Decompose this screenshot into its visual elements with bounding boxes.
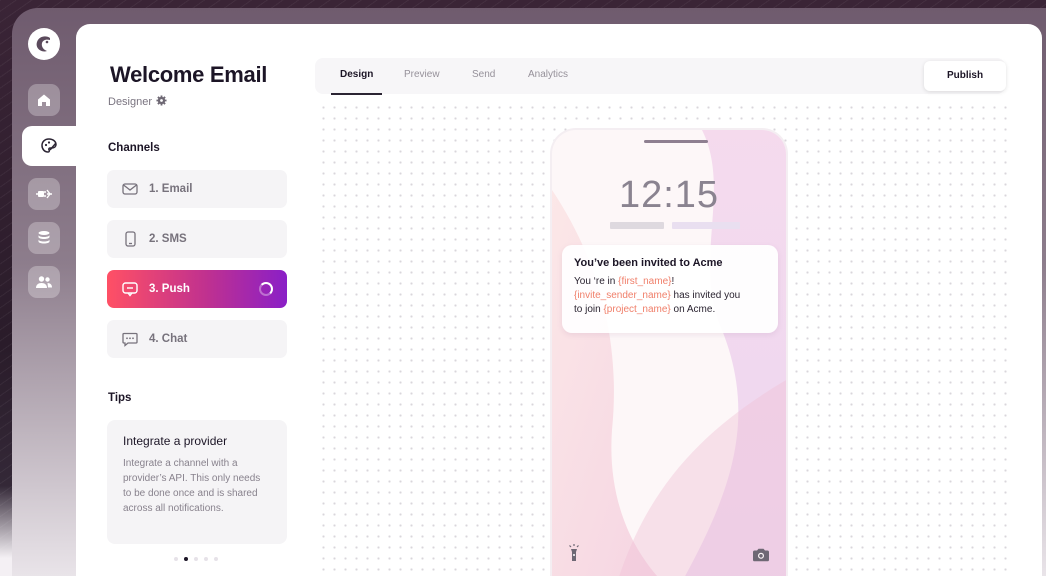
body-text: You ‘re in [574, 276, 619, 287]
pagination-dot[interactable] [174, 557, 178, 561]
channel-chat[interactable]: 4. Chat [107, 320, 287, 358]
variable-token: {first_name} [618, 276, 672, 287]
subtitle-text: Designer [108, 96, 153, 108]
channel-label: 1. Email [149, 183, 193, 195]
channel-label: 2. SMS [149, 233, 187, 245]
variable-token: {project_name} [603, 304, 671, 315]
tips-heading: Tips [108, 392, 132, 404]
channel-email[interactable]: 1. Email [107, 170, 287, 208]
phone-preview: 12:15 You’ve been invited to Acme You ‘r… [552, 130, 786, 576]
channels-heading: Channels [108, 142, 160, 154]
camera-icon[interactable] [752, 548, 770, 567]
tip-title: Integrate a provider [123, 434, 228, 448]
tab-preview[interactable]: Preview [404, 58, 440, 94]
notification-title: You’ve been invited to Acme [574, 257, 723, 269]
pagination-dot[interactable] [204, 557, 208, 561]
flashlight-icon[interactable] [568, 544, 580, 567]
tab-design[interactable]: Design [330, 58, 383, 95]
lockscreen-time: 12:15 [618, 174, 720, 216]
app-window: Welcome Email Designer Channels 1. Email… [12, 8, 1046, 576]
tip-body: Integrate a channel with a provider’s AP… [123, 458, 261, 514]
bird-logo-icon[interactable] [28, 28, 60, 60]
publish-button[interactable]: Publish [924, 61, 1006, 91]
tip-card: Integrate a provider Integrate a channel… [107, 420, 287, 544]
push-notification-card: You’ve been invited to Acme You ‘re in {… [562, 245, 778, 333]
notification-body: You ‘re in {first_name}! {invite_sender_… [574, 275, 766, 317]
body-text: ! [671, 276, 675, 287]
channel-sms[interactable]: 2. SMS [107, 220, 287, 258]
database-icon[interactable] [28, 222, 60, 254]
gear-icon[interactable] [156, 95, 167, 109]
icon-sidebar [12, 8, 76, 576]
designer-label: Designer [108, 95, 167, 109]
tab-bar: Design Preview Send Analytics Publish [315, 58, 1006, 95]
pagination-dot[interactable] [194, 557, 198, 561]
body-text: has invited you [670, 290, 741, 301]
home-icon[interactable] [28, 84, 60, 116]
main-panel: Welcome Email Designer Channels 1. Email… [76, 24, 1042, 576]
channel-label: 4. Chat [149, 333, 188, 345]
plug-icon[interactable] [28, 178, 60, 210]
body-text: to join [574, 304, 604, 315]
users-icon[interactable] [28, 266, 60, 298]
date-placeholder-bar [610, 222, 664, 229]
mobile-icon [121, 230, 139, 248]
push-notification-icon [121, 280, 139, 298]
palette-icon[interactable] [22, 126, 76, 166]
chat-bubble-icon [121, 330, 139, 348]
pagination-dot[interactable] [214, 557, 218, 561]
date-placeholder-bar [672, 222, 740, 229]
channel-push[interactable]: 3. Push [107, 270, 287, 308]
pagination-dot-active[interactable] [184, 557, 188, 561]
envelope-icon [121, 180, 139, 198]
tab-send[interactable]: Send [472, 58, 495, 94]
page-title: Welcome Email [110, 62, 268, 87]
tips-pagination [174, 557, 218, 561]
phone-notch [644, 140, 708, 143]
channel-label: 3. Push [149, 283, 190, 295]
loading-spinner-icon [259, 282, 273, 296]
tab-analytics[interactable]: Analytics [528, 58, 568, 94]
body-text: on Acme. [670, 304, 716, 315]
variable-token: {invite_sender_name} [574, 290, 671, 301]
